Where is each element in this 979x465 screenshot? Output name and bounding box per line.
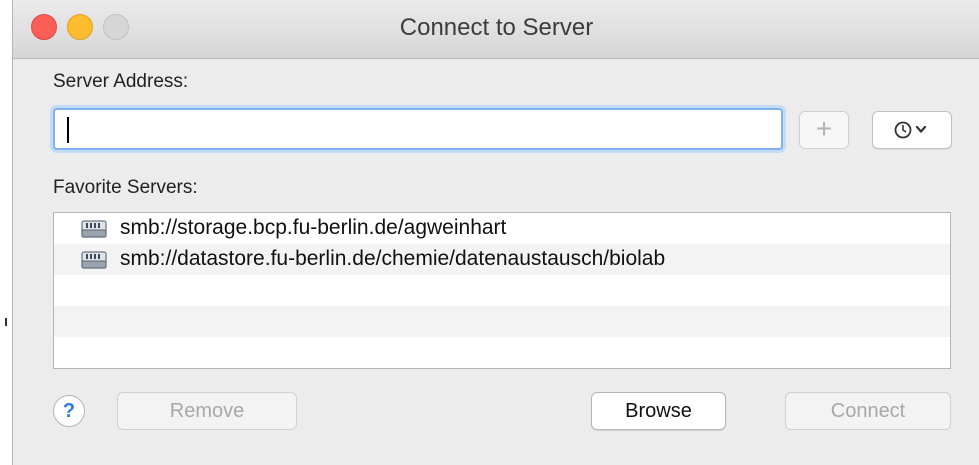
empty-row <box>54 306 950 337</box>
background-edge-mark <box>5 318 7 326</box>
title-bar: Connect to Server <box>13 0 979 59</box>
connect-to-server-dialog: Connect to Server Server Address: + Favo… <box>12 0 979 465</box>
network-drive-icon <box>81 251 107 269</box>
server-address-input[interactable] <box>53 108 783 150</box>
window-title: Connect to Server <box>399 14 594 41</box>
text-cursor <box>67 117 69 143</box>
chevron-down-icon <box>915 125 927 133</box>
favorite-servers-list[interactable]: smb://storage.bcp.fu-berlin.de/agweinhar… <box>53 212 951 369</box>
network-drive-icon <box>81 220 107 238</box>
clock-icon <box>894 121 927 139</box>
list-item-label: smb://storage.bcp.fu-berlin.de/agweinhar… <box>120 216 507 239</box>
add-favorite-button[interactable]: + <box>799 111 849 149</box>
server-address-label: Server Address: <box>53 71 189 92</box>
empty-row <box>54 275 950 306</box>
list-item[interactable]: smb://datastore.fu-berlin.de/chemie/date… <box>54 244 950 275</box>
list-item[interactable]: smb://storage.bcp.fu-berlin.de/agweinhar… <box>54 213 950 244</box>
browse-button[interactable]: Browse <box>591 392 726 430</box>
remove-button[interactable]: Remove <box>117 392 297 430</box>
recent-servers-button[interactable] <box>872 111 952 149</box>
list-item-label: smb://datastore.fu-berlin.de/chemie/date… <box>120 247 666 270</box>
connect-button[interactable]: Connect <box>785 392 951 430</box>
help-button[interactable]: ? <box>53 395 85 427</box>
favorite-servers-label: Favorite Servers: <box>53 177 198 198</box>
